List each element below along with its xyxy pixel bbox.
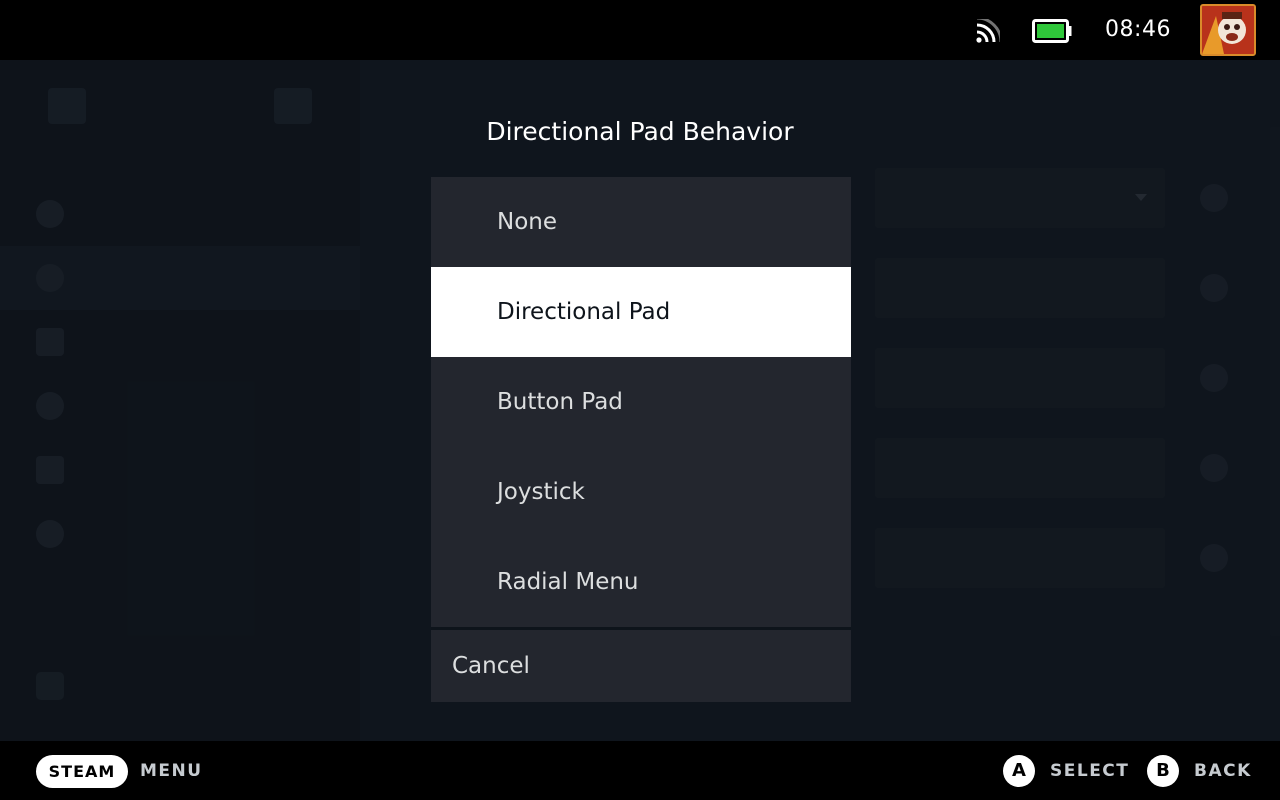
option-radial-menu[interactable]: Radial Menu	[431, 537, 851, 627]
option-none[interactable]: None	[431, 177, 851, 267]
menu-hint-label: MENU	[140, 761, 203, 781]
cancel-button[interactable]: Cancel	[431, 630, 851, 702]
a-button-icon[interactable]: A	[1003, 755, 1035, 787]
steam-button[interactable]: STEAM	[36, 755, 128, 788]
status-bar: 08:46	[0, 0, 1280, 60]
clock: 08:46	[1105, 17, 1171, 42]
behavior-option-list: None Directional Pad Button Pad Joystick…	[431, 177, 851, 627]
option-button-pad[interactable]: Button Pad	[431, 357, 851, 447]
avatar-icon	[1202, 6, 1254, 54]
back-hint-label: BACK	[1194, 761, 1252, 781]
select-hint-label: SELECT	[1050, 761, 1130, 781]
option-directional-pad[interactable]: Directional Pad	[431, 267, 851, 357]
button-hint-bar: STEAM MENU A SELECT B BACK	[0, 741, 1280, 800]
user-avatar[interactable]	[1200, 4, 1256, 56]
battery-icon	[1032, 19, 1072, 43]
option-joystick[interactable]: Joystick	[431, 447, 851, 537]
wifi-icon	[976, 19, 1000, 43]
b-button-icon[interactable]: B	[1147, 755, 1179, 787]
dialog-title: Directional Pad Behavior	[486, 117, 794, 146]
